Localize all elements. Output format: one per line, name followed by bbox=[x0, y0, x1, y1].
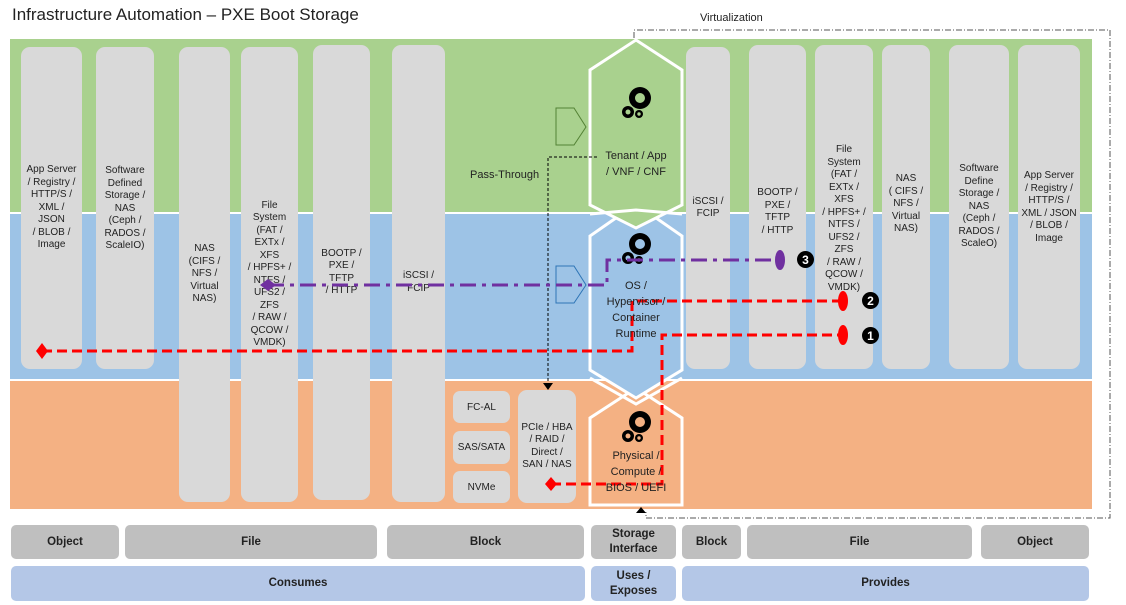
footer-storage-interface: Storage Interface bbox=[591, 525, 676, 559]
pentagon-marker-tenant bbox=[555, 107, 587, 146]
path-step-2 bbox=[42, 299, 842, 353]
layer-physical-label: Physical / Compute / BIOS / UEFI bbox=[605, 450, 667, 494]
footer-file-right: File bbox=[747, 525, 972, 559]
footer-provides: Provides bbox=[682, 566, 1089, 601]
path-step-3 bbox=[268, 258, 778, 287]
footer-block-left: Block bbox=[387, 525, 584, 559]
footer-consumes: Consumes bbox=[11, 566, 585, 601]
diagram-overlay bbox=[36, 29, 1111, 519]
footer-uses-exposes: Uses / Exposes bbox=[591, 566, 676, 601]
virtualization-bracket bbox=[633, 29, 1111, 519]
footer-block-right: Block bbox=[682, 525, 741, 559]
footer-object-left: Object bbox=[11, 525, 119, 559]
footer-object-right: Object bbox=[981, 525, 1089, 559]
step-badge-3: 3 bbox=[797, 251, 814, 268]
layer-os-label: OS / Hypervisor / Container Runtime bbox=[606, 280, 666, 340]
step-badge-2: 2 bbox=[862, 292, 879, 309]
footer-file-left: File bbox=[125, 525, 377, 559]
layer-tenant-label: Tenant / App / VNF / CNF bbox=[605, 150, 667, 178]
pass-through-label: Pass-Through bbox=[470, 169, 540, 181]
storage-interface-arrow bbox=[636, 507, 646, 513]
step-badge-1: 1 bbox=[862, 327, 879, 344]
chevron-tenant bbox=[588, 38, 684, 230]
